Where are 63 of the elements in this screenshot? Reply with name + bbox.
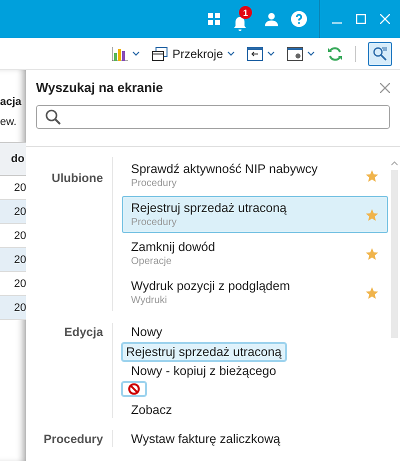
item-title: Wystaw fakturę zaliczkową bbox=[131, 432, 282, 446]
close-icon[interactable] bbox=[380, 82, 390, 92]
item-title: Wydruk pozycji z podglądem bbox=[131, 279, 291, 293]
maximize-icon[interactable] bbox=[356, 14, 366, 24]
star-icon[interactable] bbox=[365, 286, 379, 300]
search-result-item[interactable]: Nowy - kopiuj z bieżącego bbox=[122, 362, 388, 379]
search-result-item[interactable]: Wydruk pozycji z podglądem Wydruki bbox=[122, 274, 388, 311]
search-screen-button[interactable] bbox=[368, 42, 392, 66]
search-icon bbox=[45, 109, 61, 125]
item-title: Rejestruj sprzedaż utraconą bbox=[131, 201, 288, 215]
search-result-item[interactable]: Wystaw fakturę zaliczkową bbox=[122, 430, 388, 447]
table-cell: 20 bbox=[0, 248, 26, 272]
help-icon[interactable] bbox=[291, 11, 307, 27]
caret-icon bbox=[267, 51, 275, 56]
window-arrow-button[interactable] bbox=[247, 46, 275, 60]
group-label: Ulubione bbox=[50, 170, 103, 187]
search-field[interactable] bbox=[36, 105, 390, 129]
scroll-up-icon[interactable] bbox=[391, 161, 398, 166]
item-title: Sprawdź aktywność NIP nabywcy bbox=[131, 162, 319, 176]
star-icon[interactable] bbox=[365, 168, 379, 182]
column-header: ew. bbox=[0, 115, 18, 128]
table-cell: 20 bbox=[0, 176, 26, 200]
window-gear-button[interactable] bbox=[287, 46, 315, 60]
column-header: do bbox=[0, 142, 26, 176]
notification-badge: 1 bbox=[239, 6, 252, 19]
refresh-icon[interactable] bbox=[327, 46, 343, 62]
search-result-item[interactable]: Zamknij dowód Operacje bbox=[122, 235, 388, 272]
item-category: Procedury bbox=[131, 217, 178, 228]
caret-icon bbox=[227, 51, 235, 56]
user-icon[interactable] bbox=[264, 12, 279, 26]
search-icon bbox=[372, 46, 388, 62]
notifications-button[interactable]: 1 bbox=[232, 6, 252, 32]
group-label: Procedury bbox=[42, 431, 103, 447]
group-label: Edycja bbox=[63, 324, 103, 341]
item-title: Zamknij dowód bbox=[131, 240, 216, 254]
item-category: Operacje bbox=[131, 256, 173, 267]
search-result-item[interactable]: Rejestruj sprzedaż utraconą Procedury bbox=[122, 196, 388, 233]
apps-grid-icon[interactable] bbox=[208, 13, 220, 25]
windows-icon bbox=[152, 46, 168, 60]
item-title: Nowy bbox=[131, 324, 164, 338]
table-cell: 20 bbox=[0, 272, 26, 296]
item-title: Nowy - kopiuj z bieżącego bbox=[131, 364, 278, 378]
star-icon[interactable] bbox=[365, 246, 379, 260]
star-icon[interactable] bbox=[365, 208, 379, 222]
search-result-item[interactable]: Zobacz bbox=[122, 401, 388, 418]
caret-icon bbox=[307, 51, 315, 56]
chart-button[interactable] bbox=[112, 46, 140, 60]
window-gear-icon bbox=[287, 46, 303, 60]
table-cell: 20 bbox=[0, 296, 26, 320]
drag-ghost: Rejestruj sprzedaż utraconą bbox=[121, 342, 287, 362]
bell-icon bbox=[232, 16, 248, 32]
item-category: Procedury bbox=[131, 178, 178, 189]
caret-icon bbox=[132, 51, 140, 56]
item-title: Zobacz bbox=[131, 402, 173, 416]
panel-title: Wyszukaj na ekranie bbox=[36, 80, 163, 95]
no-entry-icon bbox=[128, 383, 140, 395]
table-cell: 20 bbox=[0, 224, 26, 248]
search-result-item[interactable]: Nowy bbox=[122, 323, 388, 340]
column-header: acja bbox=[0, 95, 22, 108]
item-category: Wydruki bbox=[131, 295, 168, 306]
sections-button[interactable]: Przekroje bbox=[152, 46, 235, 60]
search-result-item[interactable]: Sprawdź aktywność NIP nabywcy Procedury bbox=[122, 157, 388, 194]
table-cell: 20 bbox=[0, 200, 26, 224]
